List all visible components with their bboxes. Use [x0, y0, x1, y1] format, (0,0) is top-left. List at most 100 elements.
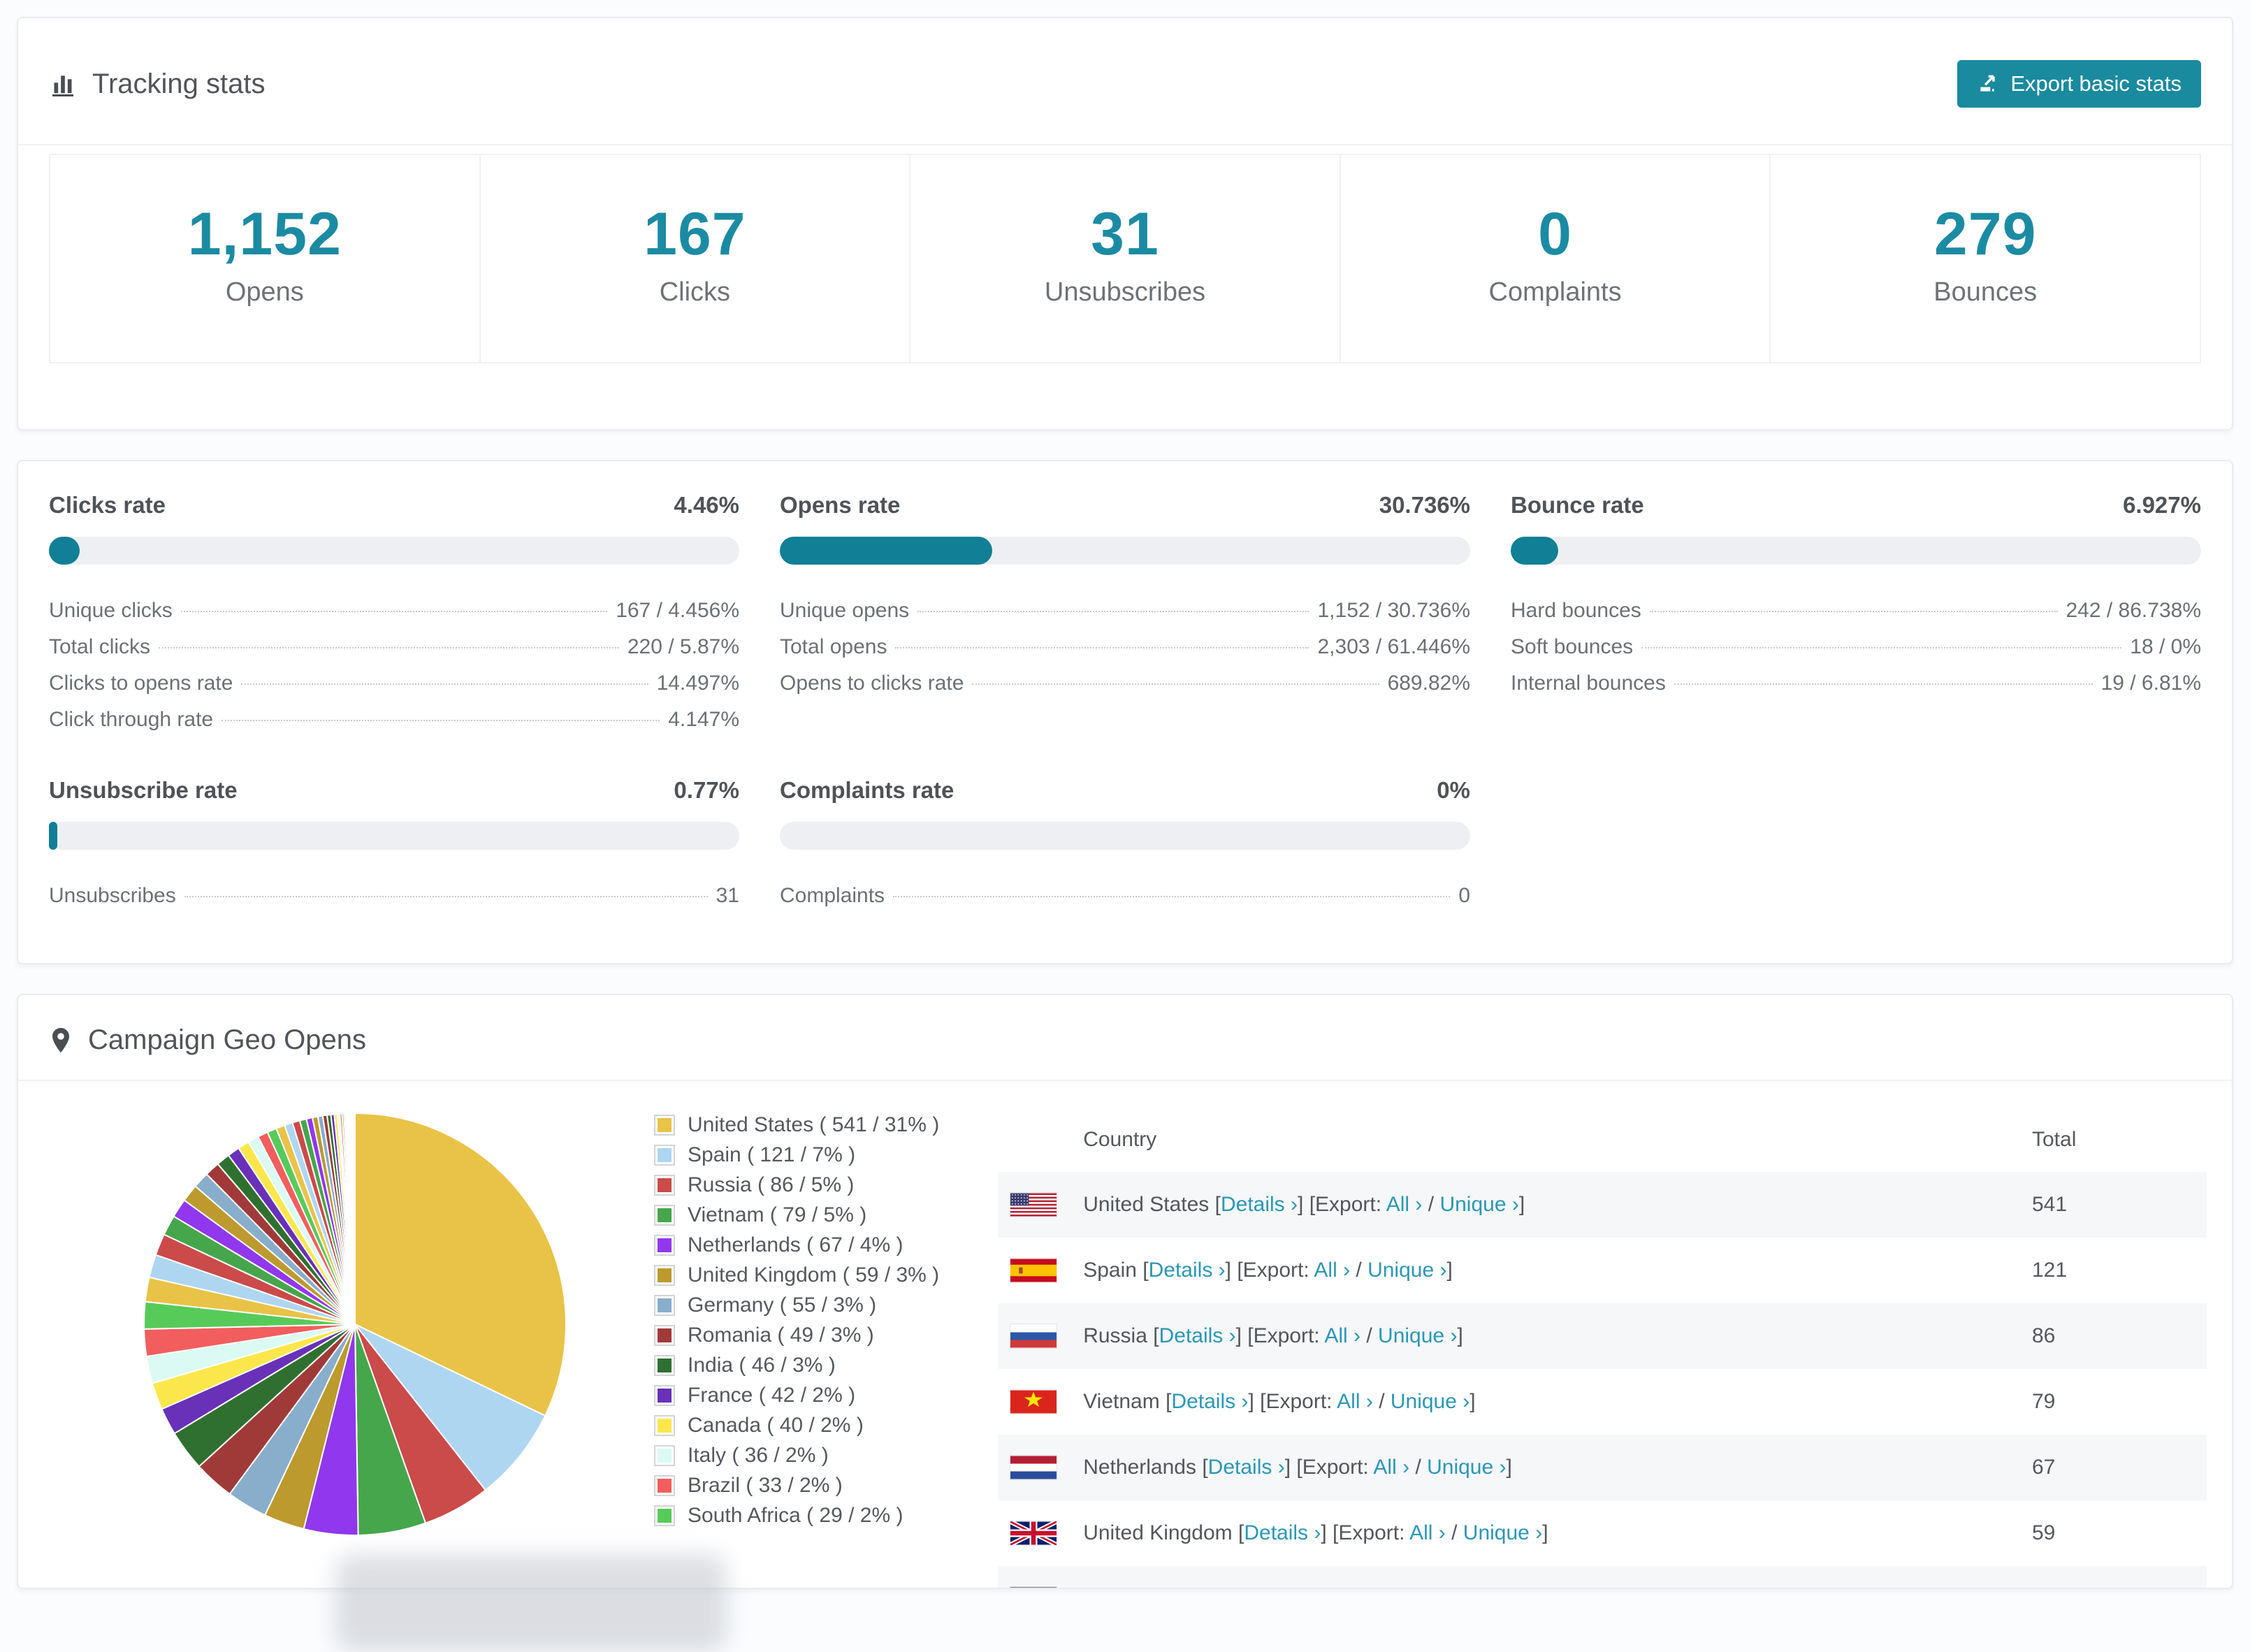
details-link[interactable]: Details › — [1208, 1456, 1285, 1479]
bracket-close: ] — [1285, 1456, 1297, 1479]
rate-header: Opens rate 30.736% — [780, 492, 1470, 519]
export-unique-link[interactable]: Unique › — [1378, 1324, 1457, 1347]
rate-row-value: 0 — [1458, 884, 1470, 908]
export-all-link[interactable]: All › — [1373, 1456, 1409, 1479]
legend-item: France ( 42 / 2% ) — [654, 1384, 939, 1407]
total-cell: 121 — [2032, 1259, 2207, 1282]
rate-row: Clicks to opens rate 14.497% — [49, 665, 739, 702]
bracket-close: ] — [1298, 1193, 1309, 1216]
geo-table: Country Total United States [Details ›] … — [998, 1108, 2207, 1589]
country-name: Germany — [1083, 1587, 1175, 1589]
rate-progress-track — [780, 822, 1470, 850]
export-unique-link[interactable]: Unique › — [1400, 1587, 1479, 1589]
bracket-close: ] — [1248, 1390, 1260, 1413]
rate-title: Opens rate — [780, 492, 900, 519]
rate-row-label: Soft bounces — [1511, 635, 1633, 659]
dotted-leader — [159, 647, 619, 649]
dotted-leader — [917, 611, 1309, 612]
legend-label: South Africa ( 29 / 2% ) — [688, 1504, 903, 1528]
export-all-link[interactable]: All › — [1324, 1324, 1360, 1347]
legend-item: Italy ( 36 / 2% ) — [654, 1444, 939, 1468]
rate-block: Unsubscribe rate 0.77% Unsubscribes 31 — [49, 777, 739, 914]
legend-swatch — [654, 1145, 675, 1166]
geo-legend: United States ( 541 / 31% ) Spain ( 121 … — [654, 1108, 939, 1589]
geo-title-wrap: Campaign Geo Opens — [49, 1024, 366, 1056]
bracket-close: ] — [1519, 1193, 1525, 1216]
bracket-open: [ — [1215, 1193, 1221, 1216]
country-cell: Germany [Details ›] [Export: All › / Uni… — [1083, 1587, 1485, 1589]
rate-row: Click through rate 4.147% — [49, 702, 739, 738]
dotted-leader — [1650, 611, 2058, 612]
stat-value: 167 — [481, 200, 910, 269]
export-all-link[interactable]: All › — [1347, 1587, 1383, 1589]
rate-row-label: Unsubscribes — [49, 884, 176, 908]
bracket-open: [ — [1153, 1324, 1159, 1347]
rate-row: Soft bounces 18 / 0% — [1511, 629, 2201, 665]
rate-value: 0.77% — [674, 777, 739, 804]
slash-token: / — [1388, 1587, 1400, 1589]
stat-label: Clicks — [481, 277, 910, 307]
rate-row-label: Complaints — [780, 884, 885, 908]
rate-row-value: 220 / 5.87% — [627, 635, 739, 659]
export-token: [Export: — [1237, 1259, 1314, 1282]
tracking-stats-card: Tracking stats Export basic stats 1,152 … — [17, 17, 2233, 430]
pie-svg — [138, 1108, 572, 1541]
rate-row: Complaints 0 — [780, 878, 1470, 914]
export-all-link[interactable]: All › — [1337, 1390, 1373, 1413]
details-link[interactable]: Details › — [1181, 1587, 1258, 1589]
export-unique-link[interactable]: Unique › — [1439, 1193, 1518, 1216]
details-link[interactable]: Details › — [1171, 1390, 1248, 1413]
geo-table-header: Country Total — [998, 1108, 2207, 1172]
bracket-close: ] — [1507, 1456, 1512, 1479]
slash-token: / — [1366, 1324, 1378, 1347]
legend-swatch — [654, 1505, 675, 1526]
export-unique-link[interactable]: Unique › — [1367, 1259, 1446, 1282]
rate-title: Complaints rate — [780, 777, 954, 804]
rate-progress-fill — [1511, 537, 1558, 565]
legend-item: South Africa ( 29 / 2% ) — [654, 1504, 939, 1528]
export-unique-link[interactable]: Unique › — [1391, 1390, 1469, 1413]
legend-item: Netherlands ( 67 / 4% ) — [654, 1233, 939, 1257]
legend-item: Canada ( 40 / 2% ) — [654, 1414, 939, 1437]
rate-row-value: 14.497% — [657, 672, 739, 695]
slash-token: / — [1379, 1390, 1391, 1413]
stat-value: 0 — [1341, 200, 1770, 269]
rate-block: Clicks rate 4.46% Unique clicks 167 / 4.… — [49, 492, 739, 738]
slash-token: / — [1428, 1193, 1440, 1216]
table-row: United States [Details ›] [Export: All ›… — [998, 1172, 2207, 1238]
export-token: [Export: — [1333, 1521, 1409, 1544]
export-unique-link[interactable]: Unique › — [1463, 1521, 1542, 1544]
legend-label: Vietnam ( 79 / 5% ) — [688, 1203, 866, 1227]
rate-block: Opens rate 30.736% Unique opens 1,152 / … — [780, 492, 1470, 738]
export-all-link[interactable]: All › — [1314, 1259, 1350, 1282]
rate-header: Bounce rate 6.927% — [1511, 492, 2201, 519]
details-link[interactable]: Details › — [1244, 1521, 1321, 1544]
export-unique-link[interactable]: Unique › — [1427, 1456, 1506, 1479]
rate-title: Bounce rate — [1511, 492, 1644, 519]
export-all-link[interactable]: All › — [1409, 1521, 1446, 1544]
export-all-link[interactable]: All › — [1386, 1193, 1423, 1216]
details-link[interactable]: Details › — [1149, 1259, 1226, 1282]
details-link[interactable]: Details › — [1159, 1324, 1236, 1347]
bracket-close: ] — [1236, 1324, 1248, 1347]
rate-row-label: Opens to clicks rate — [780, 672, 964, 695]
legend-swatch — [654, 1205, 675, 1226]
rate-row-value: 689.82% — [1388, 672, 1470, 695]
export-basic-stats-button[interactable]: Export basic stats — [1957, 60, 2201, 108]
stat-label: Complaints — [1341, 277, 1770, 307]
rate-title: Clicks rate — [49, 492, 166, 519]
bracket-close: ] — [1542, 1521, 1548, 1544]
country-cell: Spain [Details ›] [Export: All › / Uniqu… — [1083, 1259, 1453, 1282]
rate-row-value: 242 / 86.738% — [2066, 599, 2202, 623]
legend-label: France ( 42 / 2% ) — [688, 1384, 855, 1407]
legend-label: United States ( 541 / 31% ) — [688, 1113, 939, 1137]
rate-progress-track — [49, 537, 739, 565]
country-name: Vietnam — [1083, 1390, 1166, 1413]
rate-progress-fill — [780, 537, 992, 565]
legend-swatch — [654, 1325, 675, 1346]
column-header-total: Total — [2032, 1128, 2207, 1152]
country-name: United States — [1083, 1193, 1214, 1216]
legend-label: Italy ( 36 / 2% ) — [688, 1444, 829, 1468]
rate-row-label: Total clicks — [49, 635, 150, 659]
details-link[interactable]: Details › — [1221, 1193, 1298, 1216]
